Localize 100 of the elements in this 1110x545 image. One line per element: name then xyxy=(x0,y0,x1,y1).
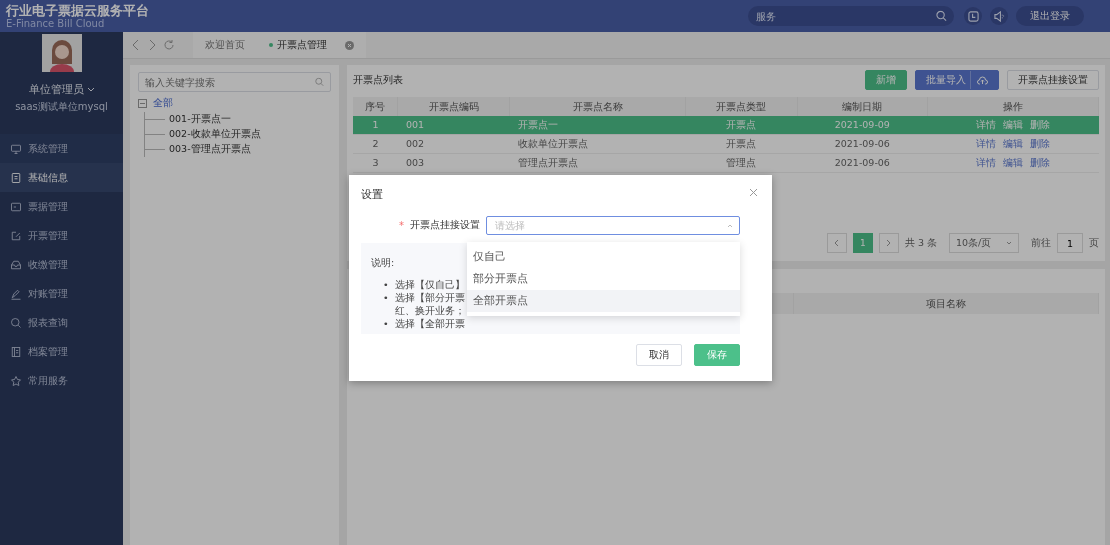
cancel-button[interactable]: 取消 xyxy=(636,344,682,366)
inbox-icon xyxy=(10,258,22,271)
settings-button[interactable]: 开票点挂接设置 xyxy=(1007,70,1099,90)
dropdown-option[interactable]: 部分开票点 xyxy=(467,268,740,290)
nav-item[interactable]: 常用服务 xyxy=(0,366,123,395)
add-button[interactable]: 新增 xyxy=(865,70,907,90)
goto-page-field[interactable]: 1 xyxy=(1057,233,1083,253)
nav-item[interactable]: 系统管理 xyxy=(0,134,123,163)
chevron-down-icon[interactable] xyxy=(86,86,95,93)
table-cell: 1 xyxy=(353,116,398,135)
caret-icon[interactable] xyxy=(1006,241,1012,245)
app-title: 行业电子票据云服务平台 xyxy=(6,2,149,18)
required-mark: * xyxy=(399,220,404,231)
search-field[interactable]: 服务 xyxy=(748,6,954,26)
row-action-link[interactable]: 详情 xyxy=(975,119,996,131)
page-tab[interactable]: 开票点管理 xyxy=(257,32,366,58)
import-button[interactable]: 批量导入 xyxy=(915,70,999,90)
monitor-icon xyxy=(10,142,22,155)
next-page-button[interactable] xyxy=(878,233,899,253)
page-unit-label: 页 xyxy=(1089,236,1099,250)
table-cell: 开票点一 xyxy=(509,116,686,135)
row-action-link[interactable]: 编辑 xyxy=(1002,138,1023,150)
row-action-link[interactable]: 编辑 xyxy=(1002,119,1023,131)
nav-item[interactable]: 票据管理 xyxy=(0,192,123,221)
tree-node[interactable]: 002-收款单位开票点 xyxy=(145,127,331,142)
search-icon xyxy=(10,316,22,329)
field-label: 开票点挂接设置 xyxy=(410,219,480,232)
star-icon xyxy=(10,374,22,387)
cloud-upload-icon[interactable] xyxy=(977,75,988,85)
collapse-icon[interactable] xyxy=(138,99,147,108)
bullet-mark: • xyxy=(383,291,389,304)
table-cell: 2021-09-09 xyxy=(797,116,928,135)
table-cell: 开票点 xyxy=(685,116,798,135)
nav-item[interactable]: 开票管理 xyxy=(0,221,123,250)
close-icon[interactable] xyxy=(749,188,758,197)
prev-page-button[interactable] xyxy=(826,233,847,253)
nav-item[interactable]: 对账管理 xyxy=(0,279,123,308)
select-field[interactable]: 请选择 xyxy=(486,216,740,235)
search-icon[interactable] xyxy=(315,77,324,87)
caret-up-icon[interactable] xyxy=(727,223,733,228)
table-cell: 2021-09-06 xyxy=(797,134,928,154)
table-cell: 管理点 xyxy=(685,153,798,173)
table-cell: 2021-09-06 xyxy=(797,153,928,173)
save-button[interactable]: 保存 xyxy=(694,344,740,366)
table-cell: 收款单位开票点 xyxy=(509,134,686,154)
note-item: 选择【仅自己】 xyxy=(394,278,466,291)
edit-icon xyxy=(10,229,22,242)
nav-item[interactable]: 档案管理 xyxy=(0,337,123,366)
nav-item[interactable]: 收缴管理 xyxy=(0,250,123,279)
refresh-icon[interactable] xyxy=(163,39,175,51)
clock-icon[interactable] xyxy=(964,7,982,25)
dialog-title: 设置 xyxy=(361,187,384,202)
user-name[interactable]: 单位管理员 xyxy=(28,82,84,97)
table-cell: 003 xyxy=(398,153,510,173)
column-header: 开票点类型 xyxy=(685,97,798,116)
bullet-mark: • xyxy=(383,317,389,330)
row-action-link[interactable]: 删除 xyxy=(1029,157,1050,169)
nav-item[interactable]: 报表查询 xyxy=(0,308,123,337)
column-header: 编制日期 xyxy=(797,97,928,116)
column-header: 序号 xyxy=(353,97,398,116)
row-action-link[interactable]: 删除 xyxy=(1029,119,1050,131)
dropdown-option[interactable]: 全部开票点 xyxy=(467,290,740,312)
tree-node[interactable]: 全部 xyxy=(138,97,331,110)
note-title: 说明: xyxy=(371,257,396,270)
column-header: 开票点编码 xyxy=(398,97,510,116)
tree-node[interactable]: 003-管理点开票点 xyxy=(145,142,331,157)
chevron-left-icon[interactable] xyxy=(834,239,840,247)
chevron-right-icon[interactable] xyxy=(886,239,892,247)
page-tab[interactable]: 欢迎首页 xyxy=(193,32,257,58)
card-icon xyxy=(10,200,22,213)
bullet-mark: • xyxy=(383,278,389,291)
page-size-select[interactable]: 10条/页 xyxy=(949,233,1019,253)
search-icon[interactable] xyxy=(936,10,947,22)
note-item: 选择【部分开票红、换开业务； xyxy=(394,291,466,317)
forward-icon[interactable] xyxy=(147,39,157,51)
close-icon[interactable] xyxy=(345,40,354,50)
page-number-button[interactable]: 1 xyxy=(852,233,873,253)
back-icon[interactable] xyxy=(131,39,141,51)
pen-icon xyxy=(10,287,22,300)
row-action-link[interactable]: 删除 xyxy=(1029,138,1050,150)
doc-icon xyxy=(10,171,22,184)
table-cell: 001 xyxy=(398,116,510,135)
speaker-icon[interactable] xyxy=(990,7,1008,25)
table-cell: 管理点开票点 xyxy=(509,153,686,173)
tree-node[interactable]: 001-开票点一 xyxy=(145,112,331,127)
note-item: 选择【全部开票 xyxy=(394,317,466,330)
tree-search-field[interactable]: 输入关键字搜索 xyxy=(138,72,331,92)
column-header: 操作 xyxy=(927,97,1099,116)
row-action-link[interactable]: 编辑 xyxy=(1002,157,1023,169)
logout-button[interactable]: 退出登录 xyxy=(1016,6,1084,26)
row-action-link[interactable]: 详情 xyxy=(975,138,996,150)
column-header: 开票点名称 xyxy=(509,97,686,116)
organization-name: saas测试单位mysql xyxy=(15,100,108,114)
nav-item[interactable]: 基础信息 xyxy=(0,163,123,192)
dropdown-option[interactable]: 仅自己 xyxy=(467,246,740,268)
book-icon xyxy=(10,345,22,358)
goto-label: 前往 xyxy=(1031,236,1051,250)
row-action-link[interactable]: 详情 xyxy=(975,157,996,169)
table-cell: 开票点 xyxy=(685,134,798,154)
section-title: 开票点列表 xyxy=(353,73,404,87)
